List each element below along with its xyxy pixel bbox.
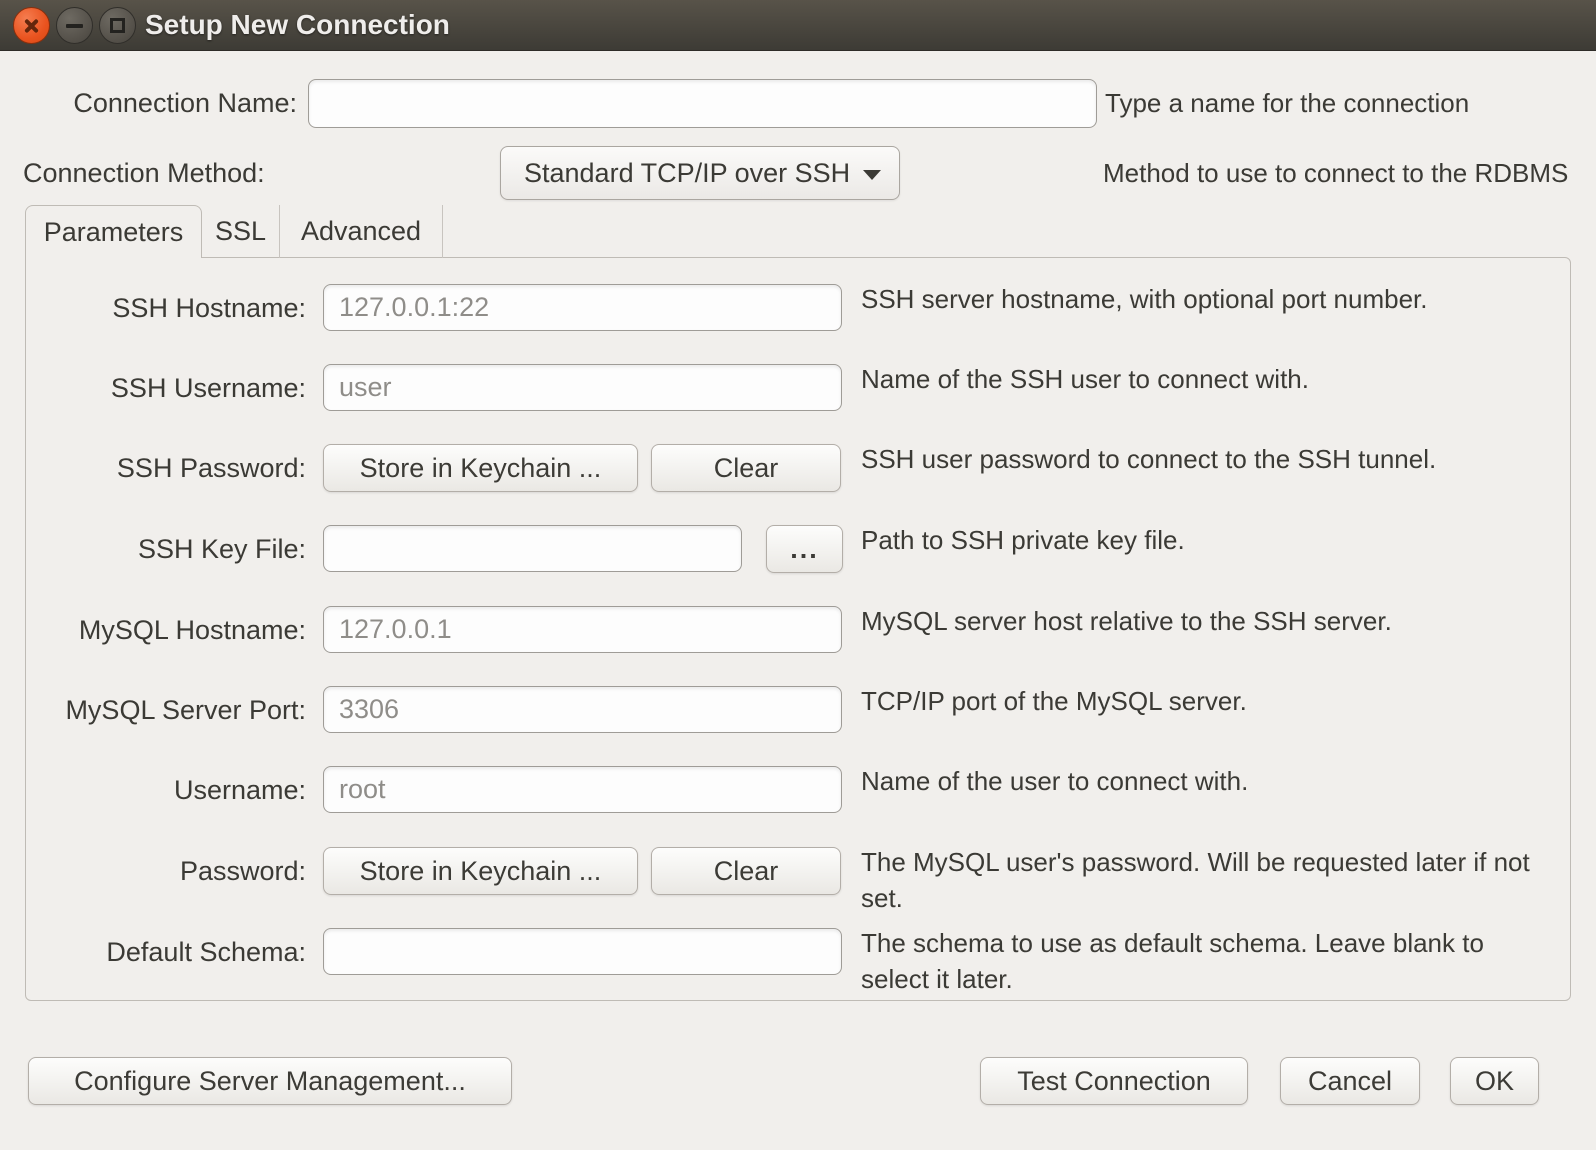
connection-name-label: Connection Name: [0,79,297,128]
form-row-username: Username: Name of the user to connect wi… [26,766,1572,814]
username-input[interactable] [323,766,842,813]
mysql-hostname-help: MySQL server host relative to the SSH se… [861,603,1541,639]
default-schema-input[interactable] [323,928,842,975]
mysql-port-help: TCP/IP port of the MySQL server. [861,683,1541,719]
password-help: The MySQL user's password. Will be reque… [861,844,1541,916]
ssh-store-in-keychain-button[interactable]: Store in Keychain ... [323,444,638,492]
ok-button[interactable]: OK [1450,1057,1539,1105]
configure-server-management-button[interactable]: Configure Server Management... [28,1057,512,1105]
close-icon[interactable] [13,7,50,44]
form-row-password: Password: Store in Keychain ... Clear Th… [26,847,1572,895]
parameters-panel: SSH Hostname: SSH server hostname, with … [25,257,1571,1001]
mysql-store-in-keychain-button[interactable]: Store in Keychain ... [323,847,638,895]
mysql-hostname-input[interactable] [323,606,842,653]
ssh-key-file-input[interactable] [323,525,742,572]
ssh-hostname-label: SSH Hostname: [26,284,306,332]
connection-name-input[interactable] [308,79,1097,128]
tab-ssl[interactable]: SSL [202,205,280,258]
mysql-hostname-label: MySQL Hostname: [26,606,306,654]
connection-method-label: Connection Method: [23,146,265,200]
form-row-ssh-password: SSH Password: Store in Keychain ... Clea… [26,444,1572,492]
test-connection-button[interactable]: Test Connection [980,1057,1248,1105]
cancel-button[interactable]: Cancel [1280,1057,1420,1105]
maximize-icon[interactable] [99,7,136,44]
default-schema-label: Default Schema: [26,928,306,976]
ssh-hostname-input[interactable] [323,284,842,331]
connection-method-help: Method to use to connect to the RDBMS [1103,146,1568,200]
tab-advanced[interactable]: Advanced [280,205,443,258]
form-row-mysql-port: MySQL Server Port: TCP/IP port of the My… [26,686,1572,734]
chevron-down-icon [863,170,881,180]
mysql-port-input[interactable] [323,686,842,733]
ssh-username-label: SSH Username: [26,364,306,412]
default-schema-help: The schema to use as default schema. Lea… [861,925,1541,997]
username-label: Username: [26,766,306,814]
ssh-password-help: SSH user password to connect to the SSH … [861,441,1541,477]
ssh-key-file-help: Path to SSH private key file. [861,522,1541,558]
mysql-password-clear-button[interactable]: Clear [651,847,841,895]
form-row-mysql-hostname: MySQL Hostname: MySQL server host relati… [26,606,1572,654]
titlebar[interactable]: Setup New Connection [0,0,1596,51]
ssh-password-label: SSH Password: [26,444,306,492]
username-help: Name of the user to connect with. [861,763,1541,799]
ssh-hostname-help: SSH server hostname, with optional port … [861,281,1541,317]
form-row-ssh-username: SSH Username: Name of the SSH user to co… [26,364,1572,412]
minimize-icon[interactable] [56,7,93,44]
form-row-ssh-key-file: SSH Key File: ... Path to SSH private ke… [26,525,1572,573]
form-row-default-schema: Default Schema: The schema to use as def… [26,928,1572,976]
ssh-username-help: Name of the SSH user to connect with. [861,361,1541,397]
mysql-port-label: MySQL Server Port: [26,686,306,734]
form-row-ssh-hostname: SSH Hostname: SSH server hostname, with … [26,284,1572,332]
ssh-key-file-browse-button[interactable]: ... [766,525,843,573]
ssh-password-clear-button[interactable]: Clear [651,444,841,492]
setup-new-connection-dialog: Setup New Connection Connection Name: Ty… [0,0,1596,1150]
tab-parameters[interactable]: Parameters [25,205,202,258]
connection-name-help: Type a name for the connection [1105,79,1469,128]
ssh-username-input[interactable] [323,364,842,411]
password-label: Password: [26,847,306,895]
connection-method-select[interactable]: Standard TCP/IP over SSH [500,146,900,200]
ssh-key-file-label: SSH Key File: [26,525,306,573]
connection-method-value: Standard TCP/IP over SSH [524,158,850,188]
window-title: Setup New Connection [145,0,450,50]
